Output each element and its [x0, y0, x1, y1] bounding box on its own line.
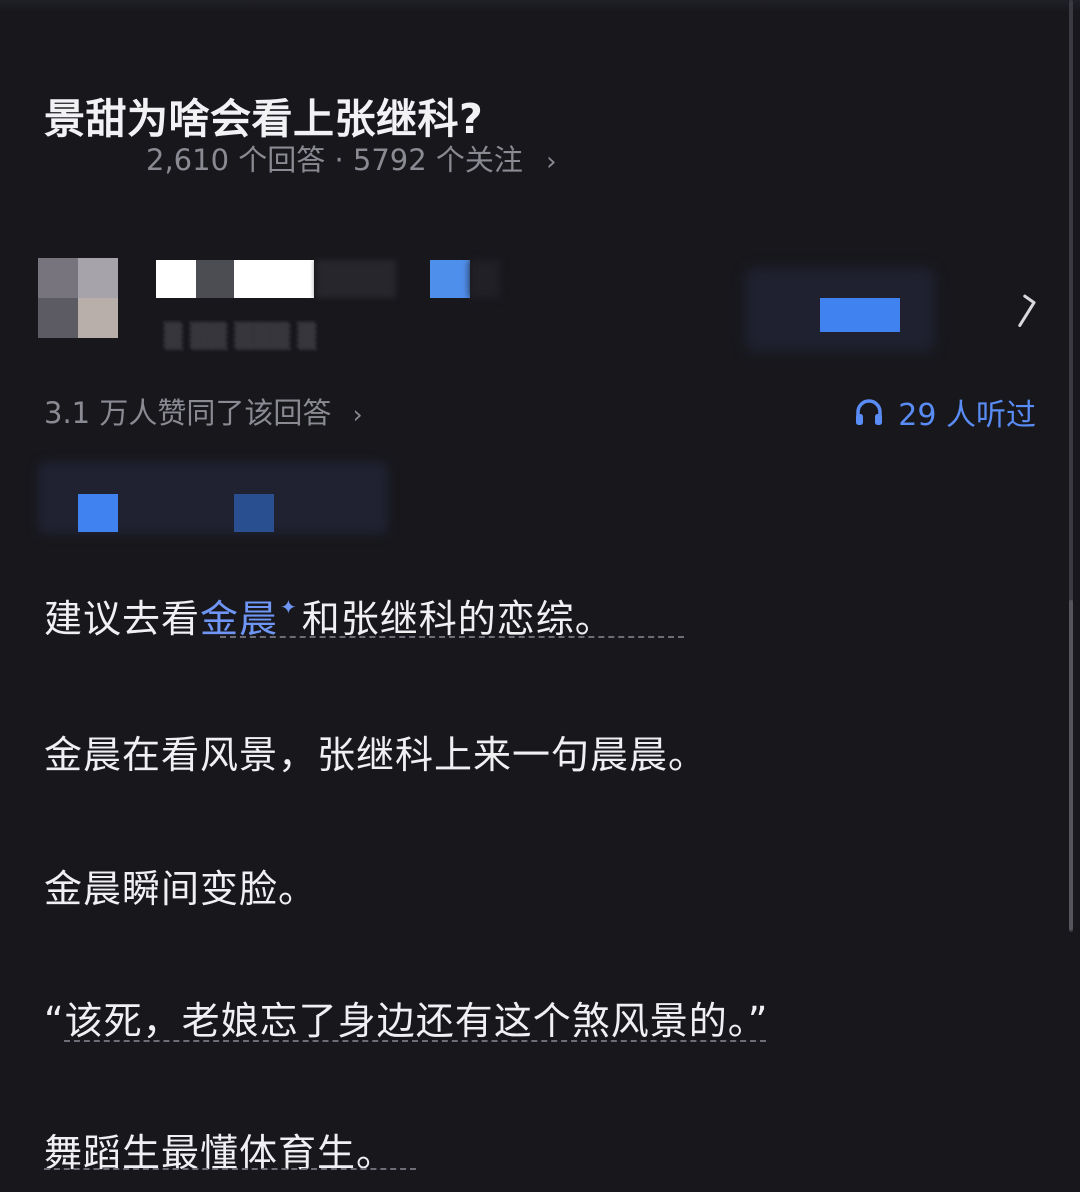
- person-link[interactable]: 金晨: [200, 597, 278, 641]
- answer-paragraph: “该死，老娘忘了身边还有这个煞风景的。”: [44, 999, 769, 1043]
- followers-count: 5792 个关注: [352, 143, 523, 177]
- paragraph-text: 和张继科的恋综。: [301, 597, 614, 641]
- likes-summary[interactable]: 3.1 万人赞同了该回答 ›: [44, 390, 363, 432]
- chevron-right-icon: ›: [352, 400, 363, 429]
- answers-count: 2,610 个回答: [146, 143, 326, 177]
- top-edge: [0, 0, 1080, 12]
- answer-paragraph: 建议去看金晨 ✦ 和张继科的恋综。: [44, 588, 614, 643]
- question-meta[interactable]: 2,610 个回答 · 5792 个关注 ›: [146, 137, 557, 179]
- headphone-icon: [856, 399, 883, 425]
- chevron-right-icon: ›: [546, 147, 557, 177]
- paragraph-text: 建议去看: [44, 597, 201, 641]
- tag-badge[interactable]: [234, 494, 274, 532]
- share-arrow-icon[interactable]: [1008, 288, 1046, 341]
- answer-paragraph: 金晨在看风景，张继科上来一句晨晨。: [44, 733, 708, 777]
- quote-underline: [64, 1040, 766, 1042]
- avatar[interactable]: [38, 258, 118, 338]
- author-bio-blurred: ▒ ▒▒ ▒▒▒ ▒: [164, 322, 317, 350]
- meta-separator: ·: [334, 143, 344, 177]
- follow-button[interactable]: [820, 298, 900, 332]
- listen-count: 29 人听过: [898, 398, 1036, 433]
- listen-summary[interactable]: 29 人听过: [854, 390, 1036, 434]
- sparkle-icon: ✦: [280, 595, 298, 619]
- scrollbar-thumb[interactable]: [1069, 600, 1073, 930]
- link-underline: [220, 636, 684, 638]
- text-underline: [44, 1168, 416, 1170]
- likes-count: 3.1 万人赞同了该回答: [44, 396, 332, 430]
- tag-badge[interactable]: [78, 494, 118, 532]
- answer-paragraph: 金晨瞬间变脸。: [44, 867, 318, 911]
